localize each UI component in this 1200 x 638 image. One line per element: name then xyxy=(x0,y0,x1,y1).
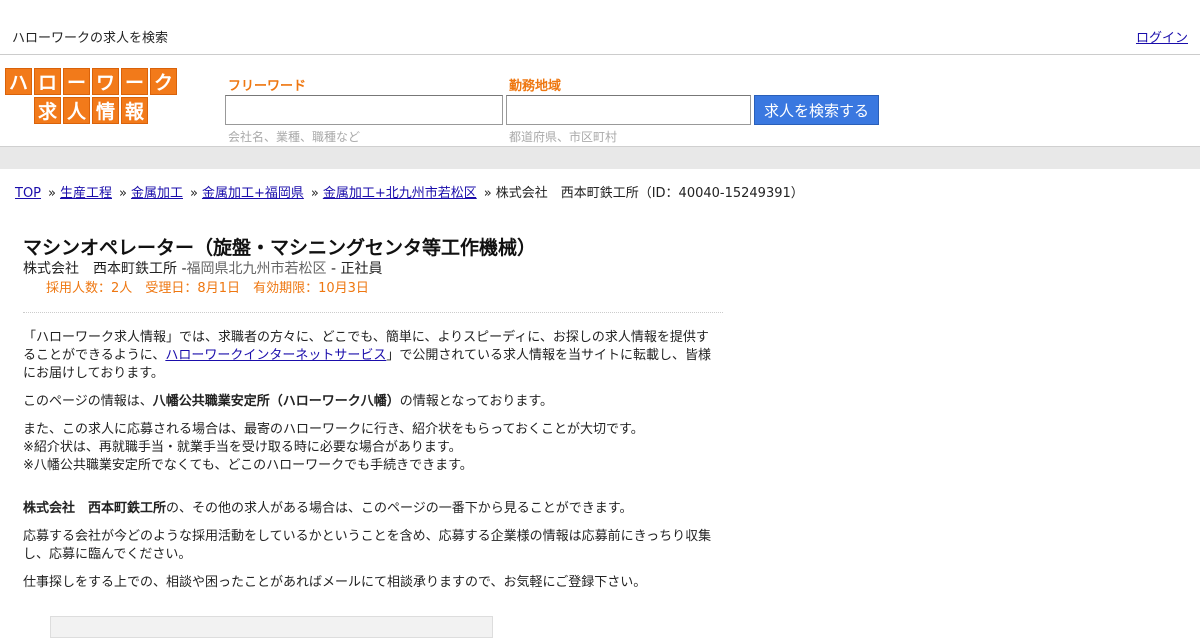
logo-char: ク xyxy=(150,68,177,95)
breadcrumb-metal-wakamatsu[interactable]: 金属加工+北九州市若松区 xyxy=(323,186,477,201)
expiry-date: 有効期限：10月3日 xyxy=(253,281,369,296)
employment-type: 正社員 xyxy=(340,261,383,277)
source-text: の情報となっております。 xyxy=(399,394,554,409)
breadcrumb-separator: » xyxy=(310,186,319,201)
top-bar: ハローワークの求人を検索 ログイン xyxy=(0,0,1200,55)
job-location: 福岡県北九州市若松区 xyxy=(186,261,327,277)
logo-char: ワ xyxy=(92,68,119,95)
area-input[interactable] xyxy=(506,95,751,125)
logo-char: ハ xyxy=(5,68,32,95)
breadcrumb-current: 株式会社 西本町鉄工所（ID：40040-15249391） xyxy=(495,186,804,201)
breadcrumb-separator: » xyxy=(483,186,492,201)
company-name: 株式会社 西本町鉄工所 xyxy=(23,261,177,277)
logo-char: 求 xyxy=(34,97,61,124)
logo-char: 情 xyxy=(92,97,119,124)
breadcrumb-metal-fukuoka[interactable]: 金属加工+福岡県 xyxy=(202,186,304,201)
source-paragraph: このページの情報は、八幡公共職業安定所（ハローワーク八幡）の情報となっております… xyxy=(23,393,718,411)
freeword-label: フリーワード xyxy=(228,79,307,94)
breadcrumb-top[interactable]: TOP xyxy=(15,186,41,201)
site-caption: ハローワークの求人を検索 xyxy=(12,31,169,46)
logo-char: 報 xyxy=(121,97,148,124)
logo-row-bottom: 求 人 情 報 xyxy=(34,97,148,124)
breadcrumb-separator: » xyxy=(189,186,198,201)
area-hint: 都道府県、市区町村 xyxy=(509,130,618,144)
received-date: 受理日：8月1日 xyxy=(145,281,240,296)
other-jobs-paragraph: 株式会社 西本町鉄工所の、その他の求人がある場合は、このページの一番下から見るこ… xyxy=(23,500,718,518)
intro-paragraph: 「ハローワーク求人情報」では、求職者の方々に、どこでも、簡単に、よりスピーディに… xyxy=(23,329,718,383)
other-jobs-text: の、その他の求人がある場合は、このページの一番下から見ることができます。 xyxy=(166,501,633,516)
logo-char: ー xyxy=(63,68,90,95)
breadcrumb-metal[interactable]: 金属加工 xyxy=(131,186,183,201)
breadcrumb-production[interactable]: 生産工程 xyxy=(60,186,112,201)
breadcrumb-separator: » xyxy=(119,186,127,201)
login-link[interactable]: ログイン xyxy=(1136,27,1188,46)
section-divider xyxy=(23,312,723,313)
search-jobs-button[interactable]: 求人を検索する xyxy=(754,95,879,125)
hellowork-internet-service-link[interactable]: ハローワークインターネットサービス xyxy=(165,348,386,363)
advice-paragraph: 応募する会社が今どのような採用活動をしているかということを含め、応募する企業様の… xyxy=(23,528,718,564)
hires-count: 採用人数：2人 xyxy=(46,281,133,296)
notes-paragraph: また、この求人に応募される場合は、最寄のハローワークに行き、紹介状をもらっておく… xyxy=(23,421,718,475)
note-line: ※八幡公共職業安定所でなくても、どこのハローワークでも手続きできます。 xyxy=(23,458,473,473)
source-text: このページの情報は、 xyxy=(23,394,153,409)
breadcrumb: TOP» 生産工程» 金属加工» 金属加工+福岡県» 金属加工+北九州市若松区» 株式会社… xyxy=(15,182,804,201)
freeword-hint: 会社名、業種、職種など xyxy=(228,130,361,144)
note-line: また、この求人に応募される場合は、最寄のハローワークに行き、紹介状をもらっておく… xyxy=(23,422,644,437)
note-line: ※紹介状は、再就職手当・就業手当を受け取る時に必要な場合があります。 xyxy=(23,440,462,455)
freeword-input[interactable] xyxy=(225,95,503,125)
company-line: 株式会社 西本町鉄工所 -福岡県北九州市若松区 - 正社員 xyxy=(23,258,382,278)
source-office: 八幡公共職業安定所（ハローワーク八幡） xyxy=(152,394,400,409)
area-label: 勤務地域 xyxy=(509,79,562,94)
other-company-name: 株式会社 西本町鉄工所 xyxy=(23,501,167,516)
job-details-box xyxy=(50,616,493,638)
contact-paragraph: 仕事探しをする上での、相談や困ったことがあればメールにて相談承りますので、お気軽… xyxy=(23,574,718,592)
logo-row-top: ハ ロ ー ワ ー ク xyxy=(5,68,177,95)
breadcrumb-separator: » xyxy=(48,186,56,201)
logo-char: ー xyxy=(121,68,148,95)
contact-text: 仕事探しをする上での、相談や困ったことがあればメールにて相談承りますので、お気軽… xyxy=(23,575,647,590)
job-title: マシンオペレーター（旋盤・マシニングセンタ等工作機械） xyxy=(23,237,537,259)
logo-char: ロ xyxy=(34,68,61,95)
advice-text: 応募する会社が今どのような採用活動をしているかということを含め、応募する企業様の… xyxy=(23,529,712,562)
site-logo[interactable]: ハ ロ ー ワ ー ク 求 人 情 報 xyxy=(5,68,181,126)
logo-char: 人 xyxy=(63,97,90,124)
job-meta: 採用人数：2人 受理日：8月1日 有効期限：10月3日 xyxy=(46,277,378,296)
header-divider-band xyxy=(0,146,1200,169)
